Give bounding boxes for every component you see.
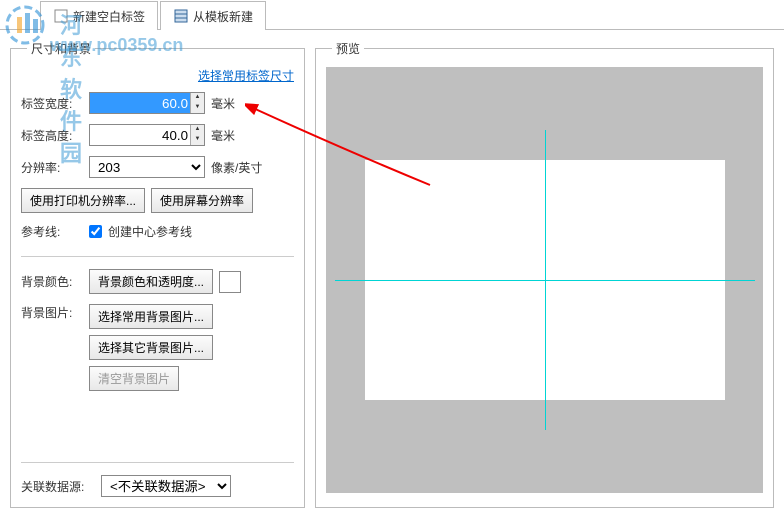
bgcolor-swatch[interactable] <box>219 271 241 293</box>
blank-icon <box>53 8 69 24</box>
width-label: 标签宽度: <box>21 95 83 112</box>
width-input[interactable] <box>89 92 205 114</box>
bgimg-common-button[interactable]: 选择常用背景图片... <box>89 304 213 329</box>
preview-group: 预览 <box>315 40 774 508</box>
separator <box>21 256 294 257</box>
guide-vertical <box>545 130 546 430</box>
screen-dpi-button[interactable]: 使用屏幕分辨率 <box>151 188 253 213</box>
dpi-select[interactable]: 203 <box>89 156 205 178</box>
width-spinner[interactable]: ▲▼ <box>190 93 204 113</box>
width-unit: 毫米 <box>211 95 266 112</box>
preview-canvas <box>326 67 763 493</box>
tab-label: 从模板新建 <box>193 8 253 25</box>
dpi-label: 分辨率: <box>21 159 83 176</box>
separator <box>21 462 294 463</box>
spin-down-icon[interactable]: ▼ <box>190 103 204 113</box>
dpi-unit: 像素/英寸 <box>211 159 266 176</box>
tab-bar: 新建空白标签 从模板新建 <box>0 0 784 30</box>
guide-cb-label: 创建中心参考线 <box>108 223 192 240</box>
common-size-link[interactable]: 选择常用标签尺寸 <box>21 67 294 84</box>
label-preview <box>365 160 725 400</box>
bgcolor-label: 背景颜色: <box>21 273 83 290</box>
size-bg-legend: 尺寸和背景 <box>27 40 95 57</box>
preview-legend: 预览 <box>332 40 364 57</box>
spin-down-icon[interactable]: ▼ <box>190 135 204 145</box>
spin-up-icon[interactable]: ▲ <box>190 93 204 103</box>
template-icon <box>173 8 189 24</box>
height-label: 标签高度: <box>21 127 83 144</box>
tab-new-template[interactable]: 从模板新建 <box>160 1 266 30</box>
tab-label: 新建空白标签 <box>73 8 145 25</box>
height-input[interactable] <box>89 124 205 146</box>
printer-dpi-button[interactable]: 使用打印机分辨率... <box>21 188 145 213</box>
tab-new-blank[interactable]: 新建空白标签 <box>40 1 158 30</box>
guide-checkbox[interactable] <box>89 225 102 238</box>
guide-label: 参考线: <box>21 223 83 240</box>
height-spinner[interactable]: ▲▼ <box>190 125 204 145</box>
bgimg-clear-button[interactable]: 清空背景图片 <box>89 366 179 391</box>
spin-up-icon[interactable]: ▲ <box>190 125 204 135</box>
datasource-select[interactable]: <不关联数据源> <box>101 475 231 497</box>
height-unit: 毫米 <box>211 127 266 144</box>
datasource-label: 关联数据源: <box>21 478 95 495</box>
bgcolor-button[interactable]: 背景颜色和透明度... <box>89 269 213 294</box>
size-bg-group: 尺寸和背景 选择常用标签尺寸 标签宽度: ▲▼ 毫米 标签高度: ▲▼ 毫米 <box>10 40 305 508</box>
bgimg-other-button[interactable]: 选择其它背景图片... <box>89 335 213 360</box>
bgimg-label: 背景图片: <box>21 304 83 321</box>
